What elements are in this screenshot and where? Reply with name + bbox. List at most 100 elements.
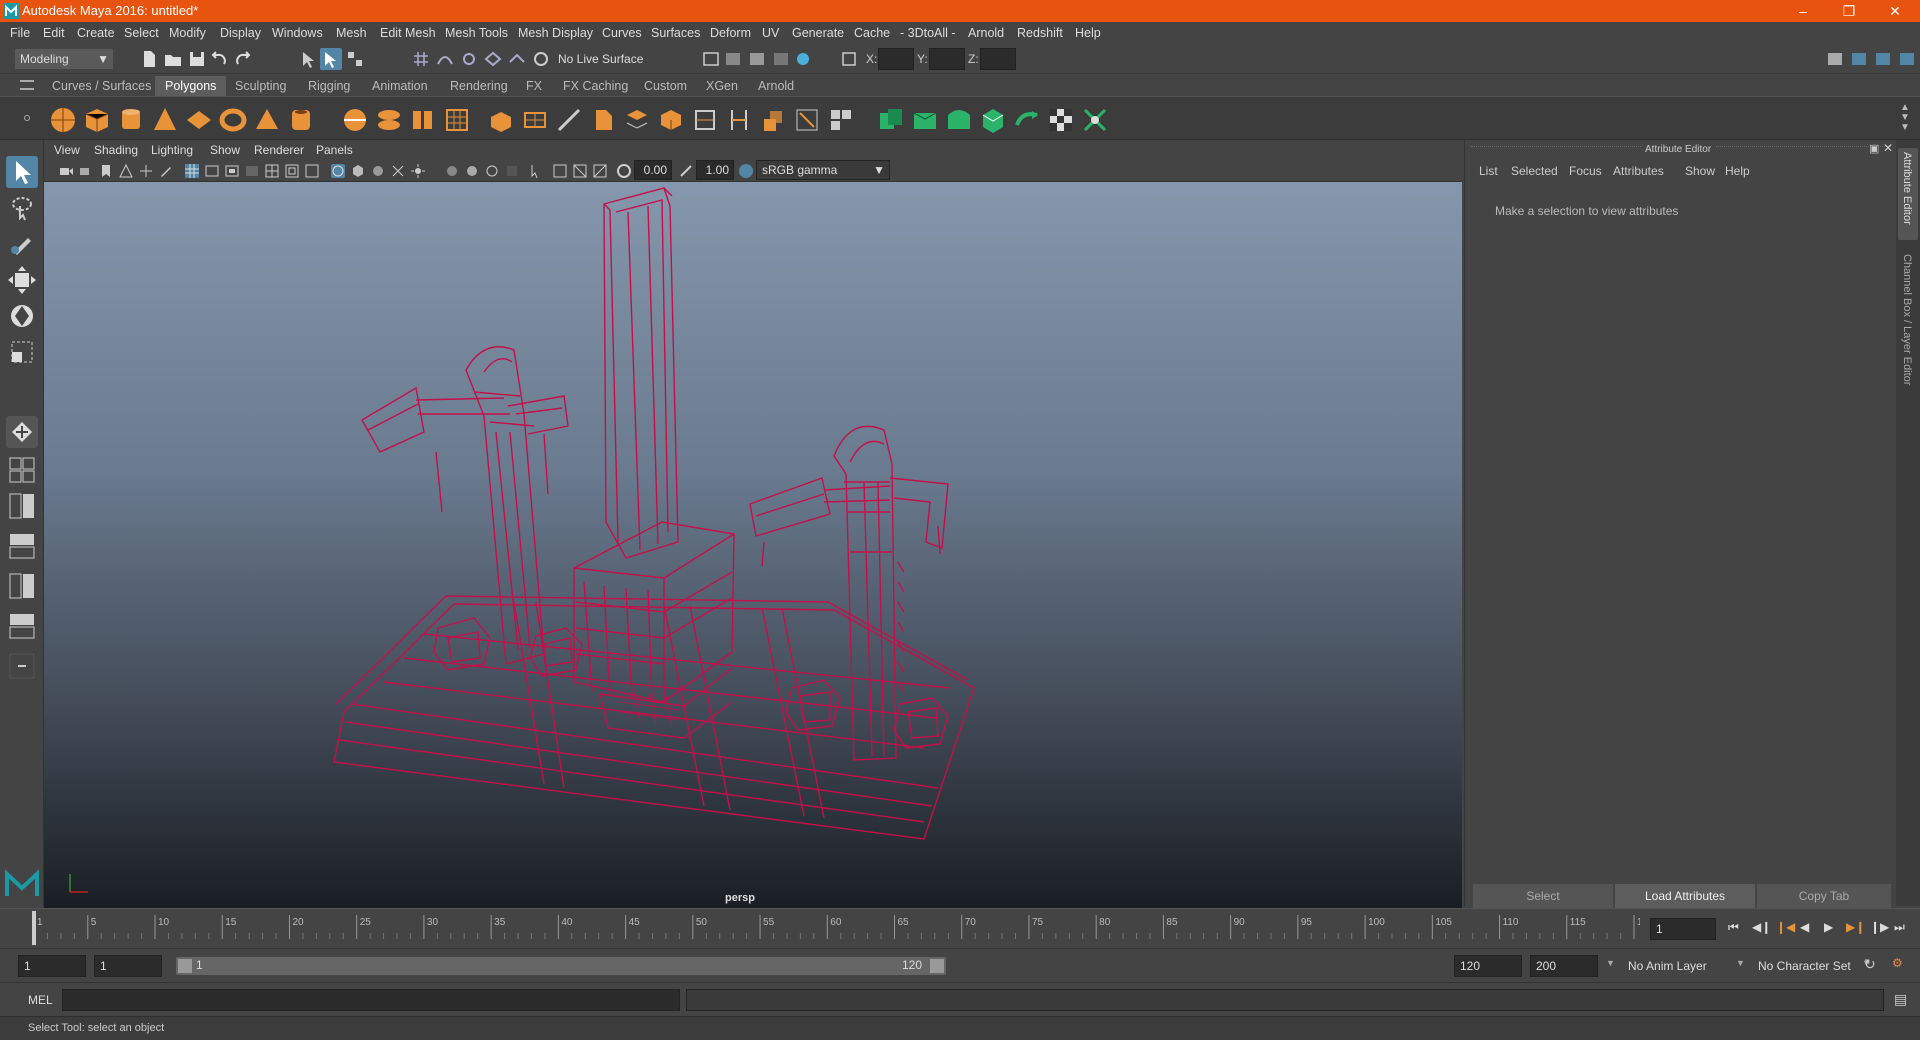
blend-shape-icon[interactable] [978,105,1008,135]
ambient-occlusion-icon[interactable] [464,163,480,179]
tab-rendering[interactable]: Rendering [440,76,518,96]
make-live-icon[interactable] [530,48,552,70]
y-field[interactable] [929,48,965,70]
playback-end-field[interactable]: 120 [1454,955,1522,977]
smooth-shade-icon[interactable] [350,163,366,179]
grid-icon[interactable] [184,163,200,179]
anim-prefs-icon[interactable]: ⚙ [1892,956,1903,970]
transform-mode-icon[interactable] [838,48,860,70]
menu-edit-mesh[interactable]: Edit Mesh [380,26,436,40]
wrap-icon[interactable] [1012,105,1042,135]
menu-edit[interactable]: Edit [43,26,65,40]
ipr-render-icon[interactable] [722,48,744,70]
save-scene-icon[interactable] [186,48,208,70]
poly-plane-icon[interactable] [184,105,214,135]
poly-cone-icon[interactable] [150,105,180,135]
toggle-outliner-icon[interactable] [1824,48,1846,70]
undo-icon[interactable] [208,48,230,70]
tab-fx-caching[interactable]: FX Caching [553,76,638,96]
multi-cut-icon[interactable] [554,105,584,135]
tab-animation[interactable]: Animation [362,76,438,96]
bookmark-icon[interactable] [98,163,114,179]
scale-tool-icon[interactable] [6,336,38,368]
tab-curves-surfaces[interactable]: Curves / Surfaces [42,76,161,96]
select-component-icon[interactable] [344,48,366,70]
restore-button[interactable]: ❐ [1826,0,1872,22]
menu-arnold[interactable]: Arnold [968,26,1004,40]
copy-tab-button[interactable]: Copy Tab [1757,884,1891,908]
character-set-dropdown[interactable]: No Character Set [1752,955,1870,977]
anim-layer-dropdown[interactable]: No Anim Layer [1622,955,1738,977]
toggle-tool-settings-icon[interactable] [1896,48,1918,70]
gamma-field[interactable]: 1.00 [696,160,734,180]
attr-menu-focus[interactable]: Focus [1569,164,1602,178]
select-tool-icon[interactable] [6,156,38,188]
spherical-uv-icon[interactable] [758,105,788,135]
poly-cube-icon[interactable] [82,105,112,135]
color-management-icon[interactable] [738,163,754,179]
time-slider[interactable]: 1 5 10 15 20 25 30 35 40 45 50 55 60 65 70 75 80 85 90 95 10… [0,908,1920,948]
play-forwards-icon[interactable]: ▶ [1824,920,1833,934]
shelf-settings-icon[interactable] [24,115,30,121]
gamma-icon[interactable] [678,163,694,179]
automatic-uv-icon[interactable] [792,105,822,135]
go-to-end-icon[interactable]: ⏭ [1894,920,1905,935]
viewport-menu-shading[interactable]: Shading [94,143,138,157]
xray-icon[interactable] [552,163,568,179]
film-gate-icon[interactable] [204,163,220,179]
lights-icon[interactable] [410,163,426,179]
snap-surface-icon[interactable] [506,48,528,70]
bridge-icon[interactable] [520,105,550,135]
mode-dropdown[interactable]: Modeling ▼ [14,48,114,70]
minimize-button[interactable]: – [1780,0,1826,22]
xray-joints-icon[interactable] [572,163,588,179]
snap-point-icon[interactable] [458,48,480,70]
poly-pipe-icon[interactable] [286,105,316,135]
close-button[interactable]: ✕ [1872,0,1918,22]
play-backwards-icon[interactable]: ◀ [1800,920,1809,934]
lasso-tool-icon[interactable] [6,192,38,224]
range-end-handle[interactable] [930,959,944,973]
menu-mesh-tools[interactable]: Mesh Tools [445,26,508,40]
viewport-menu-view[interactable]: View [54,143,80,157]
last-tool-icon[interactable] [6,416,38,448]
start-time-field[interactable]: 1 [18,955,86,977]
menu-cache[interactable]: Cache [854,26,890,40]
separate-icon[interactable] [374,105,404,135]
move-tool-icon[interactable] [6,264,38,296]
viewport-menu-renderer[interactable]: Renderer [254,143,304,157]
extract-icon[interactable] [408,105,438,135]
menu-mesh[interactable]: Mesh [336,26,367,40]
attr-menu-list[interactable]: List [1479,164,1498,178]
textured-icon[interactable] [390,163,406,179]
lattice-icon[interactable] [944,105,974,135]
attr-menu-help[interactable]: Help [1725,164,1750,178]
snap-curve-icon[interactable] [434,48,456,70]
poly-pyramid-icon[interactable] [252,105,282,135]
menu-surfaces[interactable]: Surfaces [651,26,700,40]
current-frame-field[interactable]: 1 [1650,918,1716,940]
load-attributes-button[interactable]: Load Attributes [1615,884,1755,908]
menu-curves[interactable]: Curves [602,26,642,40]
anti-aliasing-icon[interactable] [504,163,520,179]
toolbox-options-icon[interactable] [6,650,38,682]
safe-title-icon[interactable] [304,163,320,179]
mirror-icon[interactable] [876,105,906,135]
layout-four-view-icon[interactable] [6,454,38,486]
checker-icon[interactable] [1046,105,1076,135]
snap-view-icon[interactable] [482,48,504,70]
shelf-menu-icon[interactable] [20,80,34,90]
menu-uv[interactable]: UV [762,26,779,40]
render-sphere-icon[interactable] [792,48,814,70]
viewport-menu-show[interactable]: Show [210,143,240,157]
range-start-handle[interactable] [178,959,192,973]
bevel-icon[interactable] [588,105,618,135]
menu-windows[interactable]: Windows [272,26,323,40]
chevron-down-icon[interactable]: ▼ [1606,958,1615,968]
camera-attrs-icon[interactable] [78,163,94,179]
tab-arnold[interactable]: Arnold [748,76,804,96]
toggle-channel-box-icon[interactable] [1848,48,1870,70]
soft-mod-icon[interactable] [910,105,940,135]
range-bar[interactable]: 1 120 [176,957,946,975]
command-input[interactable] [62,989,680,1011]
